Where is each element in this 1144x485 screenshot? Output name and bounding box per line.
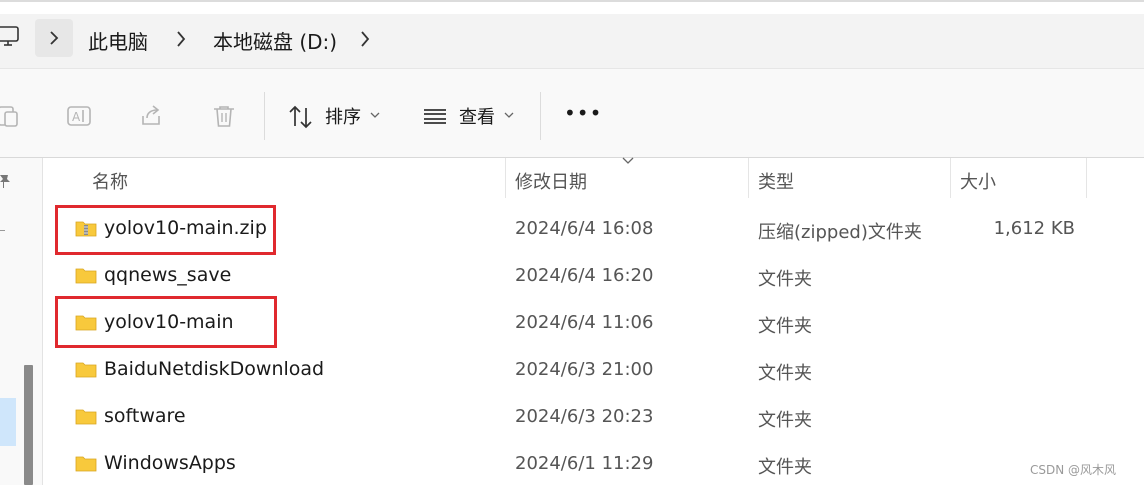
file-date-modified: 2024/6/1 11:29 [515, 453, 654, 474]
column-header-date-modified[interactable]: 修改日期 [515, 168, 587, 194]
toolbar-divider [540, 92, 541, 140]
file-row[interactable]: WindowsApps 2024/6/1 11:29 文件夹 [55, 441, 1135, 485]
breadcrumb-this-pc[interactable]: 此电脑 [88, 26, 148, 55]
paste-icon[interactable] [0, 103, 22, 129]
column-header-size[interactable]: 大小 [960, 168, 996, 194]
this-pc-icon[interactable] [0, 24, 20, 48]
column-resize-handle[interactable] [1086, 158, 1087, 198]
file-date-modified: 2024/6/4 11:06 [515, 312, 654, 333]
pane-divider[interactable] [42, 158, 43, 485]
address-bar[interactable] [0, 14, 1144, 68]
folder-icon [75, 362, 97, 378]
chevron-right-icon[interactable] [174, 30, 188, 48]
file-row[interactable]: software 2024/6/3 20:23 文件夹 [55, 394, 1135, 440]
file-size: 1,612 KB [993, 218, 1075, 239]
rename-icon[interactable]: A [66, 103, 92, 129]
svg-text:A: A [72, 110, 81, 124]
sort-icon[interactable] [288, 104, 314, 130]
folder-icon [75, 456, 97, 472]
view-button[interactable]: 查看 [459, 103, 495, 129]
file-type: 文件夹 [758, 457, 812, 478]
file-name[interactable]: WindowsApps [104, 452, 236, 474]
breadcrumb-local-disk-d[interactable]: 本地磁盘 (D:) [213, 26, 337, 55]
window-top-edge [0, 0, 1144, 2]
file-name[interactable]: qqnews_save [104, 264, 231, 286]
column-resize-handle[interactable] [748, 158, 749, 198]
sort-button[interactable]: 排序 [325, 103, 361, 129]
toolbar-divider [264, 92, 265, 140]
chevron-down-icon[interactable] [370, 111, 380, 119]
file-date-modified: 2024/6/4 16:08 [515, 218, 654, 239]
annotation-highlight-box [55, 296, 277, 348]
file-date-modified: 2024/6/4 16:20 [515, 265, 654, 286]
file-row[interactable]: BaiduNetdiskDownload 2024/6/3 21:00 文件夹 [55, 347, 1135, 393]
chevron-down-icon[interactable] [504, 111, 514, 119]
file-type: 文件夹 [758, 410, 812, 431]
view-icon[interactable] [422, 104, 448, 130]
file-date-modified: 2024/6/3 20:23 [515, 406, 654, 427]
file-row[interactable]: qqnews_save 2024/6/4 16:20 文件夹 [55, 253, 1135, 299]
nav-selected-item[interactable] [0, 398, 16, 446]
column-resize-handle[interactable] [950, 158, 951, 198]
file-type: 压缩(zipped)文件夹 [758, 222, 922, 243]
divider [0, 157, 1144, 158]
file-type: 文件夹 [758, 363, 812, 384]
folder-icon [75, 409, 97, 425]
column-resize-handle[interactable] [505, 158, 506, 198]
folder-icon [75, 268, 97, 284]
chevron-right-icon [50, 31, 59, 45]
breadcrumb-expand-button[interactable] [35, 19, 73, 57]
annotation-highlight-box [55, 205, 276, 255]
share-icon[interactable] [139, 103, 165, 129]
sort-descending-icon [622, 157, 634, 164]
pin-icon[interactable] [0, 173, 12, 189]
file-date-modified: 2024/6/3 21:00 [515, 359, 654, 380]
nav-scrollbar[interactable] [24, 365, 33, 485]
column-header-name[interactable]: 名称 [92, 168, 128, 194]
file-name[interactable]: software [104, 405, 186, 427]
delete-icon[interactable] [211, 103, 237, 129]
nav-tick [0, 230, 5, 231]
file-type: 文件夹 [758, 269, 812, 290]
more-options-button[interactable]: ••• [564, 101, 602, 125]
file-name[interactable]: BaiduNetdiskDownload [104, 358, 324, 380]
chevron-right-icon[interactable] [358, 30, 372, 48]
watermark: CSDN @风木风 [1030, 463, 1117, 477]
column-header-type[interactable]: 类型 [758, 168, 794, 194]
file-type: 文件夹 [758, 316, 812, 337]
